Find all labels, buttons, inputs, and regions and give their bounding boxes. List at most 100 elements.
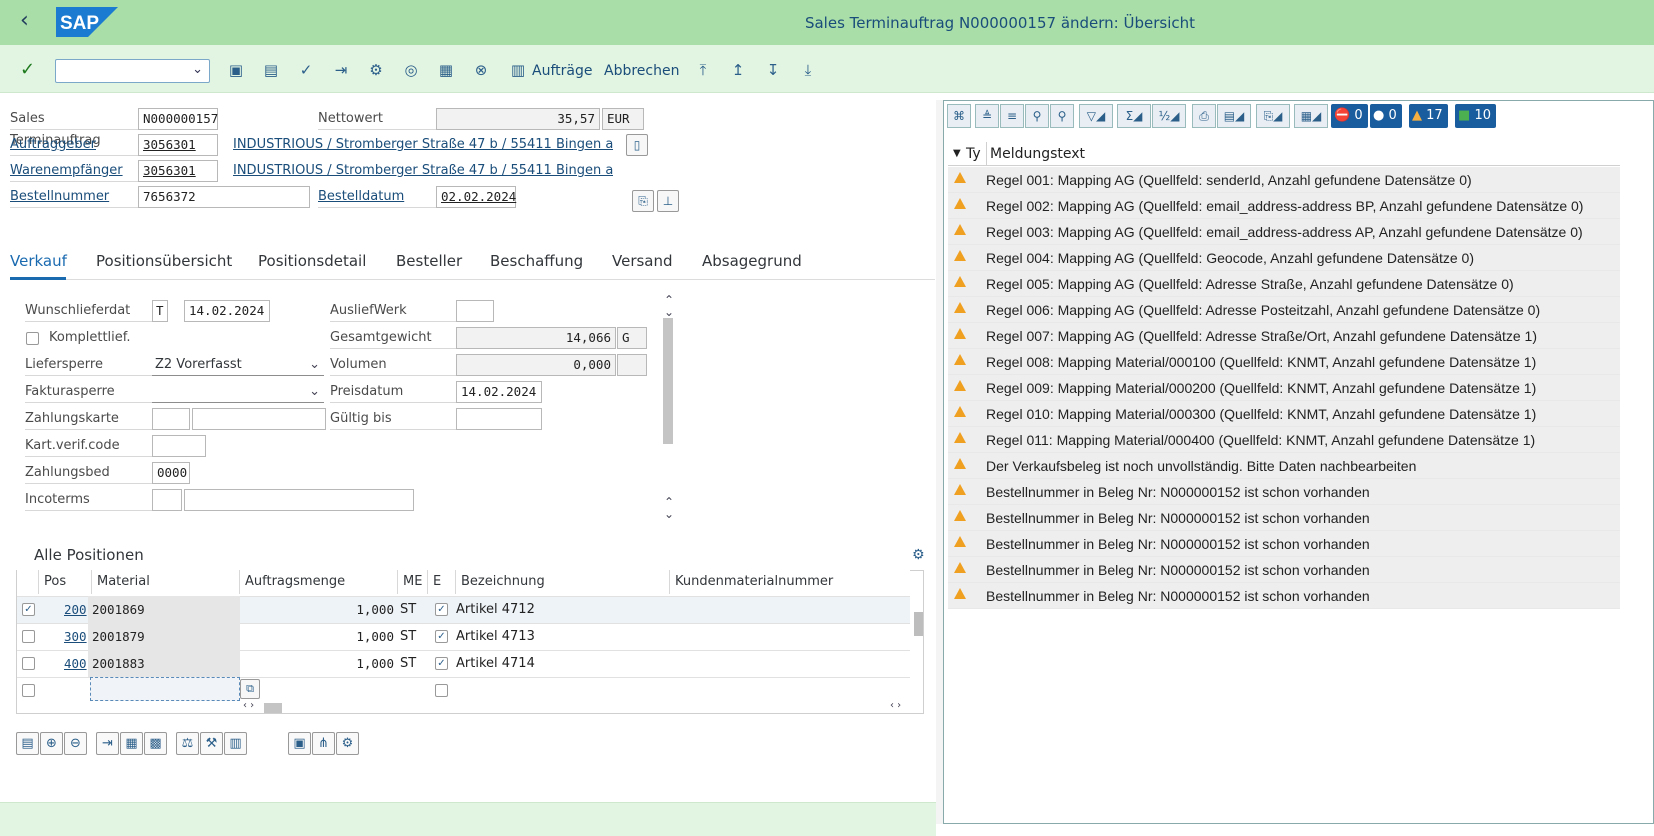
message-row[interactable]: Bestellnummer in Beleg Nr: N000000152 is… bbox=[948, 479, 1620, 505]
col-e[interactable]: E bbox=[428, 570, 456, 594]
search-next-icon[interactable]: ⚲ bbox=[1050, 104, 1074, 128]
cancel-button[interactable]: Abbrechen bbox=[604, 63, 679, 79]
last-page-icon[interactable]: ⤓ bbox=[798, 60, 818, 80]
incoterms-location-field[interactable] bbox=[184, 489, 414, 511]
orders-button[interactable]: Aufträge bbox=[532, 63, 592, 79]
orders-icon[interactable]: ▥ bbox=[508, 60, 528, 80]
delete-row-icon[interactable]: ⊖ bbox=[64, 732, 87, 755]
message-row[interactable]: Regel 004: Mapping AG (Quellfeld: Geocod… bbox=[948, 245, 1620, 271]
schedule-icon[interactable]: ▥ bbox=[224, 732, 247, 755]
select-all-icon[interactable]: ▦ bbox=[120, 732, 143, 755]
gear-icon[interactable]: ⚙ bbox=[912, 547, 925, 563]
table-scrollbar[interactable] bbox=[914, 612, 923, 636]
sort-ascending-icon[interactable]: ≜ bbox=[975, 104, 999, 128]
layout-icon[interactable]: ▤ bbox=[261, 60, 281, 80]
col-bezeichnung[interactable]: Bezeichnung bbox=[456, 570, 670, 594]
row-select-checkbox[interactable] bbox=[22, 684, 35, 697]
configuration-icon[interactable]: ⚒ bbox=[200, 732, 223, 755]
material-cell[interactable]: 2001879 bbox=[88, 623, 240, 650]
gueltig-bis-field[interactable] bbox=[456, 408, 542, 430]
enter-check-icon[interactable]: ✓ bbox=[20, 59, 35, 80]
col-pos[interactable]: Pos bbox=[39, 570, 92, 594]
search-icon[interactable]: ⚲ bbox=[1025, 104, 1049, 128]
partner-details-icon[interactable]: ▯ bbox=[626, 134, 648, 156]
first-page-icon[interactable]: ⤒ bbox=[693, 60, 713, 80]
e-checkbox[interactable]: ✓ bbox=[435, 657, 448, 670]
tab-versand[interactable]: Versand bbox=[612, 252, 673, 270]
tab-positionsdetail[interactable]: Positionsdetail bbox=[258, 252, 366, 270]
material-cell[interactable]: 2001883 bbox=[88, 650, 240, 677]
message-row[interactable]: Regel 001: Mapping AG (Quellfeld: sender… bbox=[948, 167, 1620, 193]
document-search-icon[interactable]: ▦ bbox=[436, 60, 456, 80]
ship-to-field[interactable]: 3056301 bbox=[138, 160, 218, 182]
message-row[interactable]: Bestellnummer in Beleg Nr: N000000152 is… bbox=[948, 505, 1620, 531]
back-icon[interactable]: ‹ bbox=[20, 9, 29, 33]
success-count-badge[interactable]: ■ 10 bbox=[1455, 104, 1496, 128]
print-icon[interactable]: ⎙ bbox=[1192, 104, 1216, 128]
wunschlieferdat-type[interactable]: T bbox=[152, 300, 168, 322]
sort-descending-icon[interactable]: ≡ bbox=[1000, 104, 1024, 128]
row-select-checkbox[interactable]: ✓ bbox=[22, 603, 35, 616]
col-type[interactable]: Ty bbox=[966, 142, 981, 166]
zahlungskarte-type-field[interactable] bbox=[152, 408, 190, 430]
tab-beschaffung[interactable]: Beschaffung bbox=[490, 252, 583, 270]
scroll-left-right-icon[interactable]: ‹ › bbox=[243, 700, 254, 711]
error-count-badge[interactable]: ● 0 bbox=[1370, 104, 1402, 128]
message-row[interactable]: Bestellnummer in Beleg Nr: N000000152 is… bbox=[948, 531, 1620, 557]
message-row[interactable]: Regel 003: Mapping AG (Quellfeld: email_… bbox=[948, 219, 1620, 245]
next-page-icon[interactable]: ↧ bbox=[763, 60, 783, 80]
pane-splitter[interactable] bbox=[936, 100, 943, 824]
message-row[interactable]: Bestellnummer in Beleg Nr: N000000152 is… bbox=[948, 557, 1620, 583]
document-copy-icon[interactable]: ⎘ bbox=[632, 190, 654, 212]
tab-positionsuebersicht[interactable]: Positionsübersicht bbox=[96, 252, 232, 270]
e-checkbox[interactable]: ✓ bbox=[435, 603, 448, 616]
ship-to-address-link[interactable]: INDUSTRIOUS / Stromberger Straße 47 b / … bbox=[233, 160, 613, 182]
preisdatum-field[interactable]: 14.02.2024 bbox=[456, 381, 542, 403]
material-cell[interactable]: 2001869 bbox=[88, 596, 240, 623]
e-checkbox[interactable] bbox=[435, 684, 448, 697]
detail-icon[interactable]: ▤ bbox=[16, 732, 39, 755]
sold-to-label[interactable]: Auftraggeber bbox=[10, 134, 138, 156]
po-date-field[interactable]: 02.02.2024 bbox=[436, 186, 516, 208]
wunschlieferdat-field[interactable]: 14.02.2024 bbox=[184, 300, 270, 322]
pos-link[interactable]: 400 bbox=[60, 650, 91, 677]
message-row[interactable]: Bestellnummer in Beleg Nr: N000000152 is… bbox=[948, 583, 1620, 609]
stop-count-badge[interactable]: ⛔ 0 bbox=[1331, 104, 1368, 128]
save-icon[interactable]: ▣ bbox=[226, 60, 246, 80]
message-row[interactable]: Regel 005: Mapping AG (Quellfeld: Adress… bbox=[948, 271, 1620, 297]
pos-link[interactable]: 300 bbox=[60, 623, 91, 650]
layout-icon[interactable]: ▦◢ bbox=[1294, 104, 1328, 128]
stamp-icon[interactable]: ⊥ bbox=[657, 190, 679, 212]
user-icon[interactable]: ◎ bbox=[401, 60, 421, 80]
e-checkbox[interactable]: ✓ bbox=[435, 630, 448, 643]
calculator-icon[interactable]: ▣ bbox=[288, 732, 311, 755]
tab-besteller[interactable]: Besteller bbox=[396, 252, 462, 270]
liefersperre-select[interactable]: Z2 Vorerfasst ⌄ bbox=[152, 354, 324, 376]
cancel-circle-icon[interactable]: ⊗ bbox=[471, 60, 491, 80]
export-icon[interactable]: ⎘◢ bbox=[1256, 104, 1290, 128]
command-field[interactable]: ⌄ bbox=[55, 59, 210, 83]
col-me[interactable]: ME bbox=[398, 570, 428, 594]
row-select-checkbox[interactable] bbox=[22, 657, 35, 670]
horizontal-scrollbar[interactable] bbox=[264, 703, 282, 713]
tab-verkauf[interactable]: Verkauf bbox=[10, 252, 67, 270]
pos-link[interactable]: 200 bbox=[60, 596, 91, 623]
po-date-label[interactable]: Bestelldatum bbox=[318, 186, 436, 208]
row-select-checkbox[interactable] bbox=[22, 630, 35, 643]
export-icon[interactable]: ⇥ bbox=[331, 60, 351, 80]
pricing-icon[interactable]: ⚖ bbox=[176, 732, 199, 755]
filter-icon[interactable]: ▽◢ bbox=[1079, 104, 1113, 128]
tab-absagegrund[interactable]: Absagegrund bbox=[702, 252, 802, 270]
kartverif-field[interactable] bbox=[152, 435, 206, 457]
ship-to-label[interactable]: Warenempfänger bbox=[10, 160, 138, 182]
zahlungsbed-field[interactable]: 0000 bbox=[152, 462, 190, 484]
scroll-left-right-icon[interactable]: ‹ › bbox=[890, 700, 901, 711]
col-auftragsmenge[interactable]: Auftragsmenge bbox=[240, 570, 398, 594]
scroll-down-icon[interactable]: ⌃ ⌄ bbox=[664, 496, 674, 520]
komplettlief-checkbox[interactable] bbox=[26, 332, 39, 345]
message-row[interactable]: Regel 008: Mapping Material/000100 (Quel… bbox=[948, 349, 1620, 375]
message-row[interactable]: Regel 011: Mapping Material/000400 (Quel… bbox=[948, 427, 1620, 453]
col-material[interactable]: Material bbox=[92, 570, 240, 594]
ausliefwerk-field[interactable] bbox=[456, 300, 494, 322]
sales-order-number[interactable]: N000000157 bbox=[138, 108, 218, 130]
